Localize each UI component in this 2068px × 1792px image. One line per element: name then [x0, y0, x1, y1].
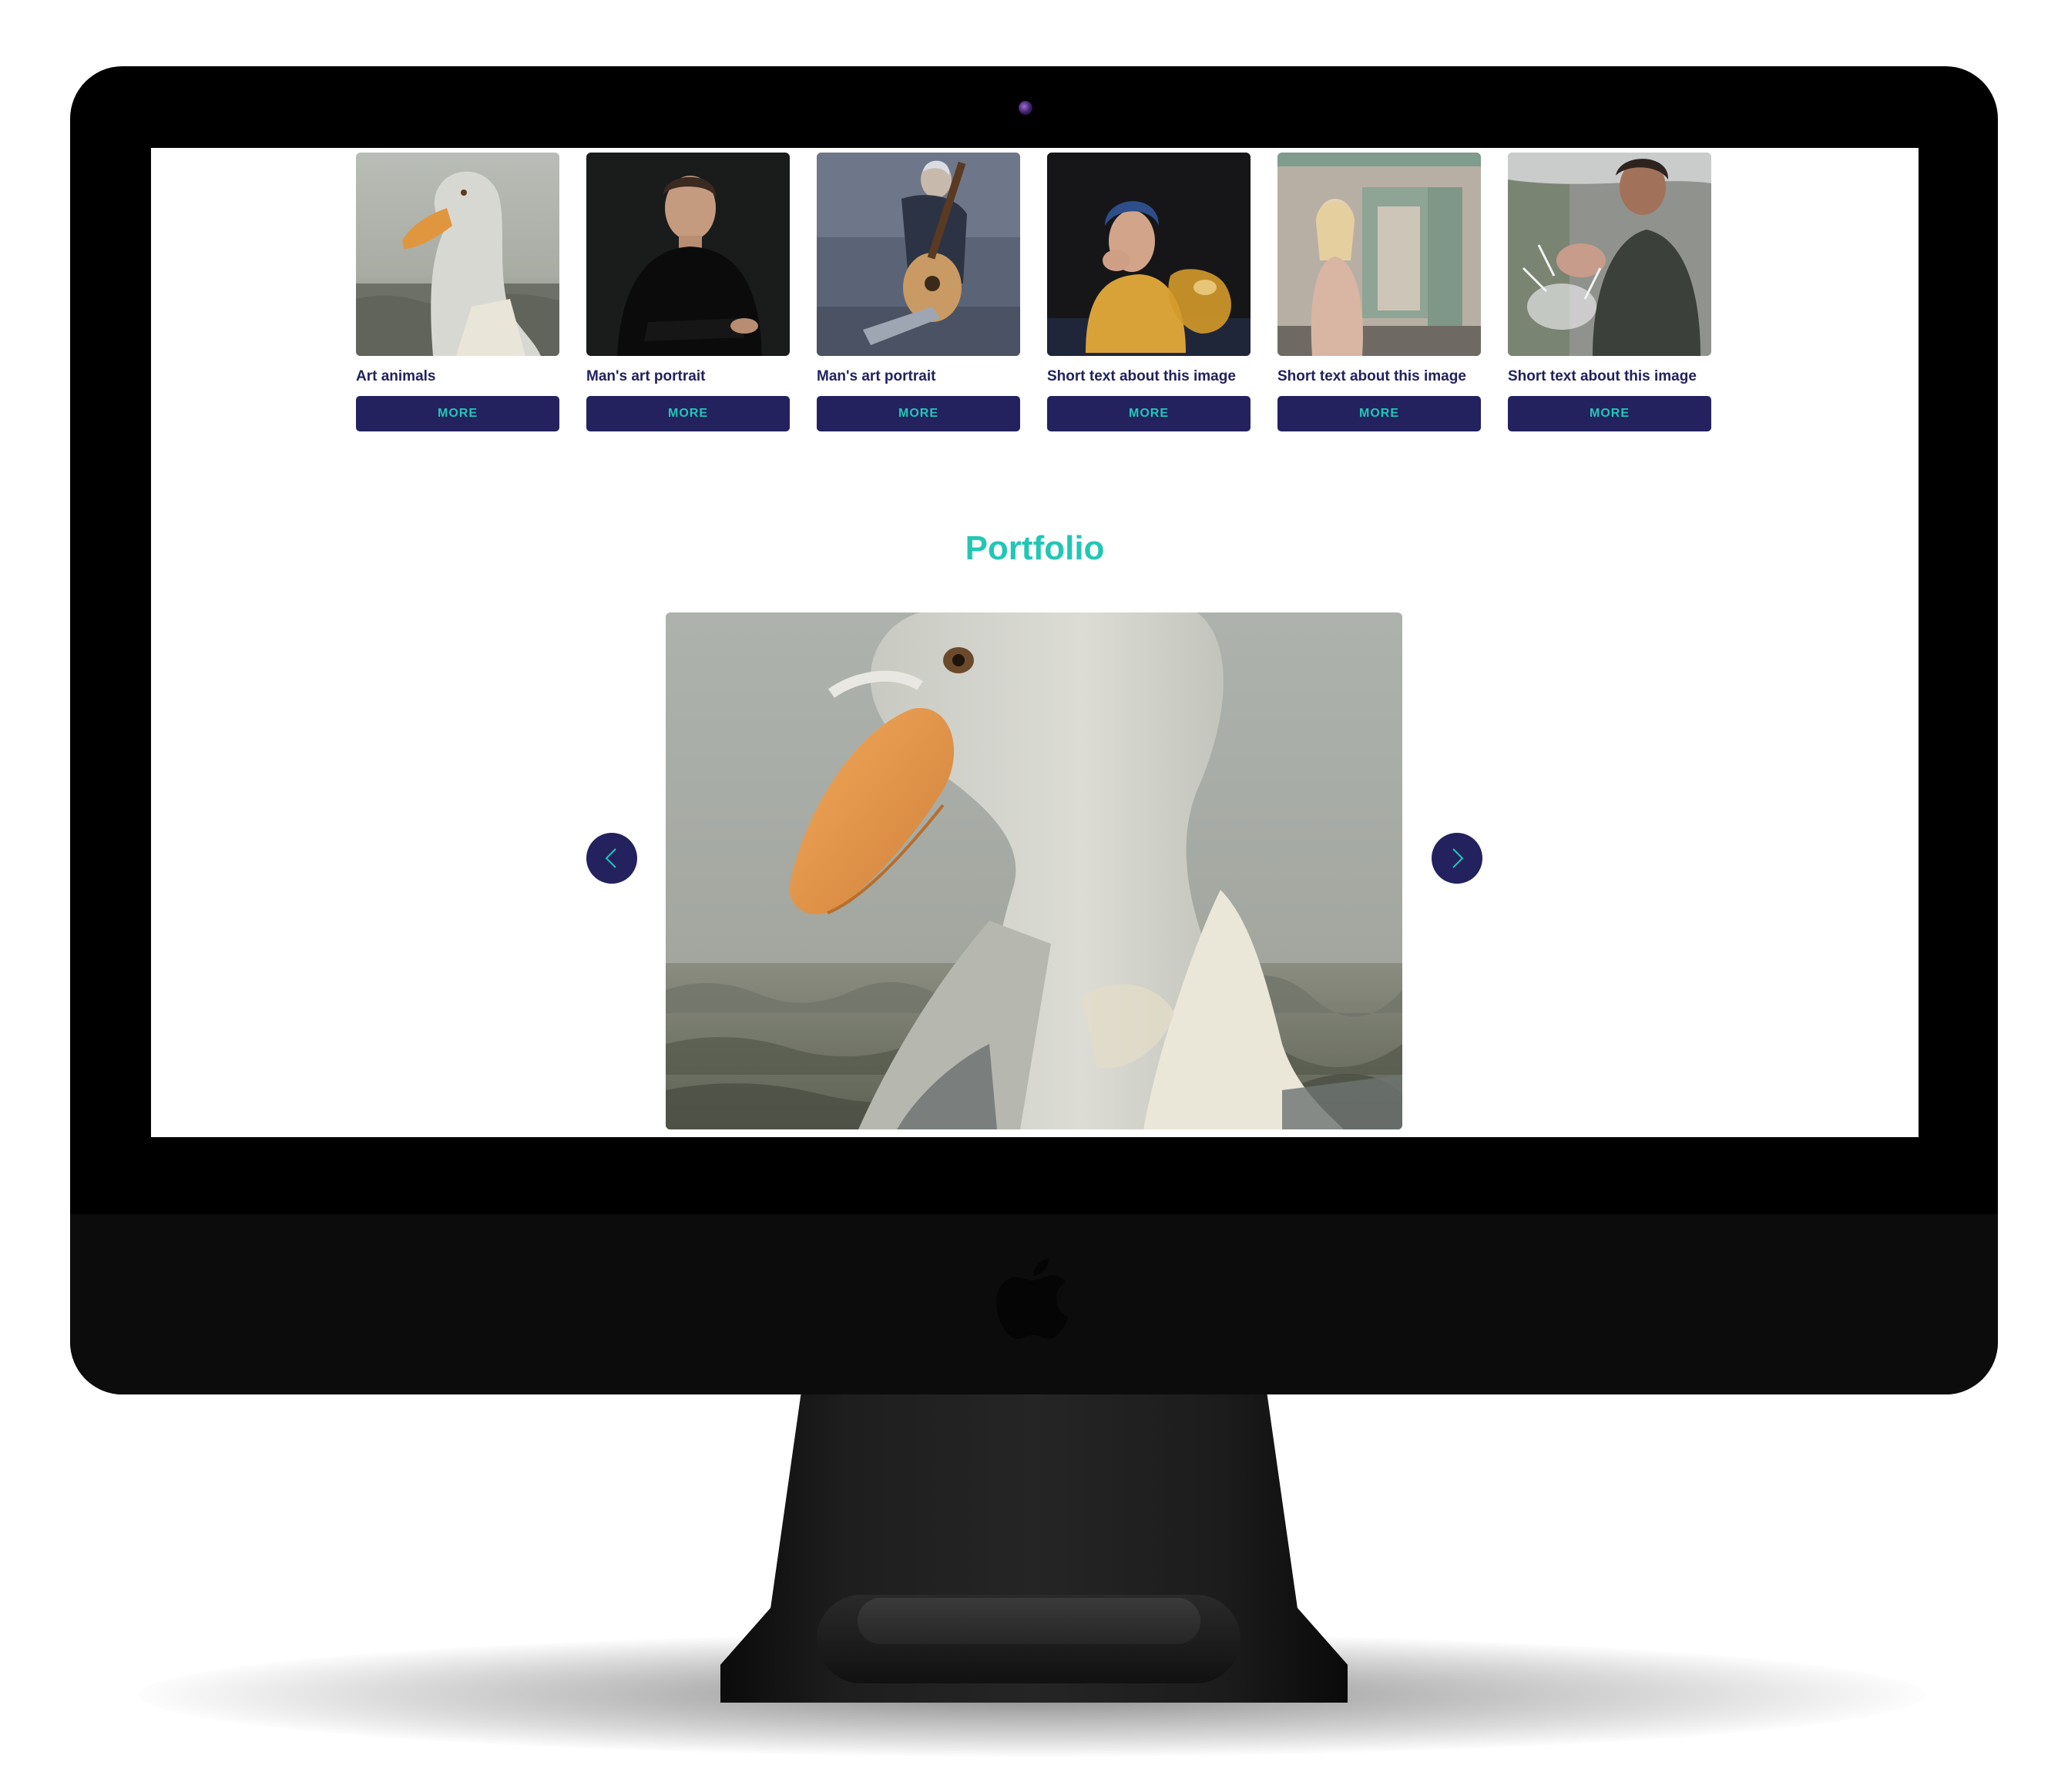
gallery-card: Man's art portrait MORE	[817, 153, 1020, 431]
card-image-girl-room[interactable]	[1277, 153, 1481, 356]
gallery-card: Short text about this image MORE	[1277, 153, 1481, 431]
card-image-man-portrait[interactable]	[586, 153, 790, 356]
card-caption: Short text about this image	[1508, 368, 1697, 384]
card-caption: Man's art portrait	[586, 368, 706, 384]
card-caption: Art animals	[356, 368, 436, 384]
gallery-card: Short text about this image MORE	[1047, 153, 1251, 431]
gallery-card: Man's art portrait MORE	[586, 153, 790, 431]
gallery-cards: Art animals MORE Man's art portrait MORE…	[356, 153, 1711, 431]
card-caption: Short text about this image	[1277, 368, 1466, 384]
card-image-man-guitar[interactable]	[817, 153, 1020, 356]
card-caption: Man's art portrait	[817, 368, 936, 384]
monitor-frame: Art animals MORE Man's art portrait MORE…	[70, 66, 1998, 1394]
portfolio-title: Portfolio	[965, 529, 1105, 567]
more-button[interactable]: MORE	[1508, 396, 1711, 431]
more-button[interactable]: MORE	[586, 396, 790, 431]
gallery-card: Short text about this image MORE	[1508, 153, 1711, 431]
portfolio-slide-image	[666, 612, 1402, 1129]
more-button[interactable]: MORE	[1047, 396, 1251, 431]
card-caption: Short text about this image	[1047, 368, 1236, 384]
slider-next-button[interactable]	[1432, 833, 1482, 884]
card-image-goose[interactable]	[356, 153, 559, 356]
more-button[interactable]: MORE	[1277, 396, 1481, 431]
gallery-card: Art animals MORE	[356, 153, 559, 431]
chevron-left-icon	[605, 848, 616, 868]
card-image-woman-vase[interactable]	[1047, 153, 1251, 356]
slider-prev-button[interactable]	[586, 833, 637, 884]
chevron-right-icon	[1452, 848, 1464, 868]
apple-logo-icon	[996, 1259, 1069, 1339]
card-image-boy-water[interactable]	[1508, 153, 1711, 356]
camera-icon	[1019, 101, 1032, 115]
more-button[interactable]: MORE	[356, 396, 559, 431]
more-button[interactable]: MORE	[817, 396, 1020, 431]
monitor-stand-base-highlight	[858, 1598, 1200, 1644]
website-screen: Art animals MORE Man's art portrait MORE…	[151, 148, 1919, 1137]
